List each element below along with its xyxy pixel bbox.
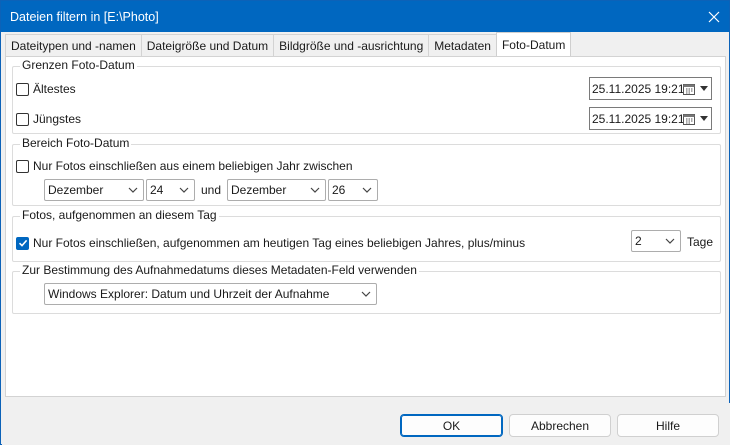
chevron-down-icon	[362, 187, 372, 193]
and-label: und	[201, 183, 222, 197]
group-legend: Grenzen Foto-Datum	[20, 58, 137, 72]
checkmark-icon	[18, 239, 27, 247]
ok-button[interactable]: OK	[400, 414, 503, 437]
chevron-down-icon	[361, 291, 371, 297]
group-legend: Zur Bestimmung des Aufnahmedatums dieses…	[20, 263, 419, 277]
tab-image-size[interactable]: Bildgröße und -ausrichtung	[273, 34, 430, 56]
window-title: Dateien filtern in [E:\Photo]	[10, 9, 159, 24]
dialog-window: Dateien filtern in [E:\Photo] Dateitypen…	[0, 0, 730, 445]
chevron-down-icon	[310, 187, 320, 193]
tab-photo-date[interactable]: Foto-Datum	[495, 32, 572, 56]
tab-file-size-date[interactable]: Dateigröße und Datum	[140, 34, 275, 56]
chevron-down-icon	[179, 187, 189, 193]
tab-page-photo-date: Grenzen Foto-Datum Ältestes 25.11.2025 1…	[5, 56, 726, 397]
group-legend: Fotos, aufgenommen an diesem Tag	[20, 208, 219, 222]
to-day-value: 26	[332, 183, 346, 197]
range-checkbox-row[interactable]: Nur Fotos einschließen aus einem beliebi…	[16, 159, 353, 173]
group-date-limits: Grenzen Foto-Datum Ältestes 25.11.2025 1…	[12, 58, 721, 134]
tab-metadata[interactable]: Metadaten	[428, 34, 497, 56]
oldest-checkbox-row[interactable]: Ältestes	[16, 82, 76, 96]
metadata-field-select[interactable]: Windows Explorer: Datum und Uhrzeit der …	[44, 283, 377, 305]
calendar-icon[interactable]	[683, 113, 695, 125]
group-legend: Bereich Foto-Datum	[20, 136, 132, 150]
title-bar: Dateien filtern in [E:\Photo]	[1, 1, 729, 32]
group-this-day: Fotos, aufgenommen an diesem Tag Nur Fot…	[12, 208, 721, 262]
oldest-date-picker[interactable]: 25.11.2025 19:21	[589, 77, 712, 100]
newest-checkbox-row[interactable]: Jüngstes	[16, 112, 81, 126]
newest-date-value: 25.11.2025 19:21	[592, 111, 685, 126]
oldest-label: Ältestes	[33, 82, 76, 96]
metadata-field-value: Windows Explorer: Datum und Uhrzeit der …	[48, 287, 330, 301]
chevron-down-icon[interactable]	[700, 86, 708, 92]
help-button[interactable]: Hilfe	[617, 414, 719, 437]
from-month-select[interactable]: Dezember	[44, 179, 144, 201]
oldest-date-value: 25.11.2025 19:21	[592, 81, 685, 96]
cancel-button[interactable]: Abbrechen	[509, 414, 611, 437]
day-checkbox-row[interactable]: Nur Fotos einschließen, aufgenommen am h…	[16, 236, 525, 250]
button-bar: OK Abbrechen Hilfe	[2, 403, 730, 445]
newest-checkbox[interactable]	[16, 112, 29, 126]
days-select[interactable]: 2	[631, 230, 681, 252]
tab-strip: Dateitypen und -namen Dateigröße und Dat…	[5, 32, 572, 56]
day-checkbox-label: Nur Fotos einschließen, aufgenommen am h…	[33, 236, 526, 250]
group-metadata-field: Zur Bestimmung des Aufnahmedatums dieses…	[12, 263, 721, 314]
newest-label: Jüngstes	[33, 112, 82, 126]
calendar-icon[interactable]	[683, 83, 695, 95]
group-date-range: Bereich Foto-Datum Nur Fotos einschließe…	[12, 136, 721, 206]
to-month-value: Dezember	[231, 183, 287, 197]
to-day-select[interactable]: 26	[328, 179, 378, 201]
tab-file-types[interactable]: Dateitypen und -namen	[5, 34, 142, 56]
days-value: 2	[635, 234, 642, 248]
from-day-select[interactable]: 24	[146, 179, 195, 201]
range-checkbox[interactable]	[16, 159, 29, 173]
chevron-down-icon	[128, 187, 138, 193]
from-month-value: Dezember	[48, 183, 104, 197]
close-icon[interactable]	[699, 1, 729, 32]
chevron-down-icon[interactable]	[700, 116, 708, 122]
oldest-checkbox[interactable]	[16, 82, 29, 96]
day-checkbox[interactable]	[16, 236, 29, 250]
from-day-value: 24	[150, 183, 164, 197]
days-unit-label: Tage	[687, 235, 714, 249]
chevron-down-icon	[665, 238, 675, 244]
newest-date-picker[interactable]: 25.11.2025 19:21	[589, 107, 712, 130]
to-month-select[interactable]: Dezember	[227, 179, 326, 201]
range-checkbox-label: Nur Fotos einschließen aus einem beliebi…	[33, 159, 353, 173]
